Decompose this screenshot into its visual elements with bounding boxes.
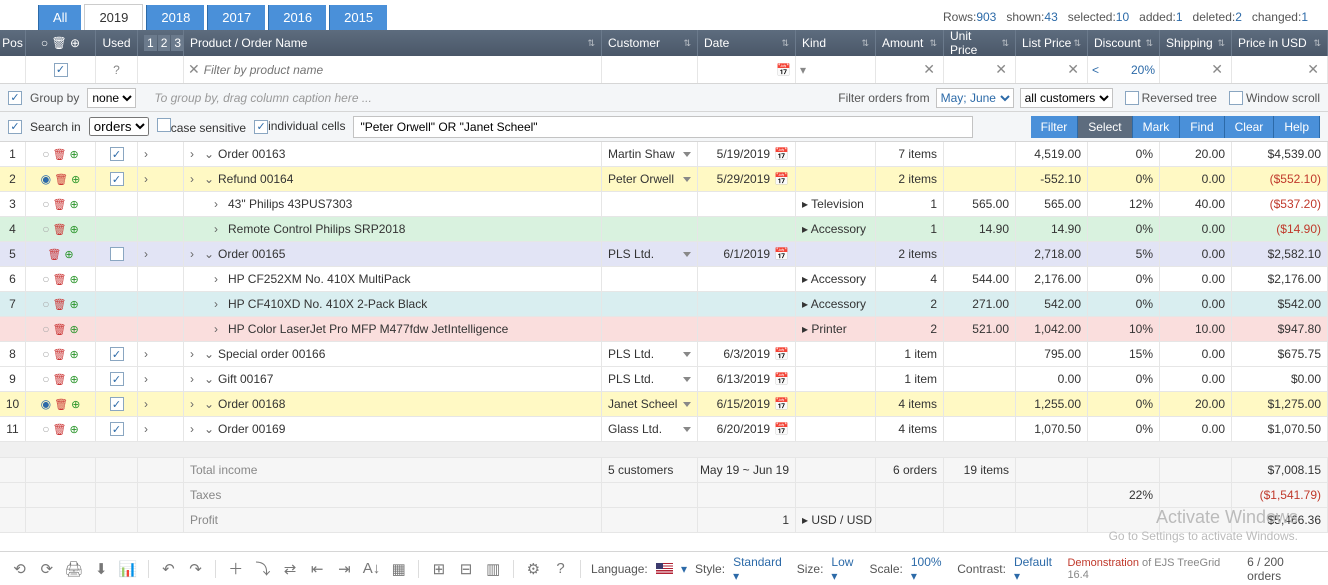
- expand-icon[interactable]: ⊞: [429, 559, 448, 579]
- searchin-select[interactable]: orders: [89, 117, 149, 136]
- redo-icon[interactable]: ↷: [186, 559, 205, 579]
- search-check[interactable]: [8, 120, 22, 134]
- select-button[interactable]: Select: [1078, 116, 1132, 138]
- header-actions[interactable]: ○ 🗑 ⊕: [26, 30, 96, 56]
- filter-row: ? ✕ 📅 ▾ ✕ ✕ ✕ <20% ✕ ✕: [0, 56, 1328, 84]
- filter-customer[interactable]: [602, 56, 698, 83]
- tab-2016[interactable]: 2016: [268, 5, 326, 30]
- filter-used[interactable]: ?: [96, 56, 138, 83]
- months-select[interactable]: May; June: [936, 88, 1014, 108]
- export-icon[interactable]: ⬇: [92, 559, 111, 579]
- reload-icon[interactable]: ⟲: [10, 559, 29, 579]
- header-used[interactable]: Used: [96, 30, 138, 56]
- groupby-check[interactable]: [8, 91, 22, 105]
- groupby-select[interactable]: none: [87, 88, 136, 108]
- outdent-icon[interactable]: ⇤: [308, 559, 327, 579]
- pager: 6 / 200 orders: [1247, 555, 1318, 583]
- header-date[interactable]: Date: [698, 30, 796, 56]
- collapse-icon[interactable]: ⊟: [456, 559, 475, 579]
- summary-row: Taxes22%($1,541.79): [0, 483, 1328, 508]
- table-row[interactable]: 1○ 🗑 ⊕››⌄ Order 00163Martin Shaw5/19/201…: [0, 142, 1328, 167]
- tab-2019[interactable]: 2019: [84, 4, 143, 30]
- search-query-input[interactable]: [353, 116, 973, 138]
- casesensitive-check[interactable]: [157, 118, 171, 132]
- print-icon[interactable]: 🖨: [64, 559, 83, 579]
- header-priceusd[interactable]: Price in USD: [1232, 30, 1328, 56]
- table-row[interactable]: 8○ 🗑 ⊕››⌄ Special order 00166PLS Ltd.6/3…: [0, 342, 1328, 367]
- calendar-icon[interactable]: ▦: [389, 559, 408, 579]
- excel-icon[interactable]: 📊: [119, 559, 138, 579]
- individual-check[interactable]: [254, 120, 268, 134]
- table-row[interactable]: 5 🗑 ⊕››⌄ Order 00165PLS Ltd.6/1/2019📅2 i…: [0, 242, 1328, 267]
- bottom-toolbar: ⟲ ⟳ 🖨 ⬇ 📊 ↶ ↷ ＋ ⤵ ⇄ ⇤ ⇥ A↓ ▦ ⊞ ⊟ ▥ ⚙ ? L…: [0, 551, 1328, 585]
- customers-select[interactable]: all customers: [1020, 88, 1113, 108]
- group-hint: To group by, drag column caption here ..…: [154, 91, 371, 105]
- help-button[interactable]: Help: [1274, 116, 1320, 138]
- search-toolbar: Search in orders case sensitive individu…: [0, 112, 1328, 142]
- mark-button[interactable]: Mark: [1133, 116, 1181, 138]
- column-headers: Pos ○ 🗑 ⊕ Used 123 Product / Order Name …: [0, 30, 1328, 56]
- table-row[interactable]: 2◉ 🗑 ⊕››⌄ Refund 00164Peter Orwell5/29/2…: [0, 167, 1328, 192]
- table-row[interactable]: ○ 🗑 ⊕› HP Color LaserJet Pro MFP M477fdw…: [0, 317, 1328, 342]
- header-product[interactable]: Product / Order Name: [184, 30, 602, 56]
- summary-row: Total income5 customersMay 19 ~ Jun 196 …: [0, 458, 1328, 483]
- clear-icon[interactable]: ✕: [1307, 61, 1319, 78]
- filter-check[interactable]: [54, 63, 68, 77]
- header-customer[interactable]: Customer: [602, 30, 698, 56]
- add-icon[interactable]: ＋: [226, 559, 245, 579]
- header-level[interactable]: 123: [138, 30, 184, 56]
- reversed-check[interactable]: [1125, 91, 1139, 105]
- help-icon[interactable]: ?: [551, 559, 570, 579]
- settings-icon[interactable]: ⚙: [524, 559, 543, 579]
- sort-icon[interactable]: A↓: [362, 559, 381, 579]
- clear-icon[interactable]: ✕: [1067, 61, 1079, 78]
- table-row[interactable]: 10◉ 🗑 ⊕››⌄ Order 00168Janet Scheel6/15/2…: [0, 392, 1328, 417]
- clear-icon[interactable]: ✕: [1211, 61, 1223, 78]
- clear-icon[interactable]: ✕: [188, 61, 200, 78]
- table-row[interactable]: 9○ 🗑 ⊕››⌄ Gift 00167PLS Ltd.6/13/2019📅1 …: [0, 367, 1328, 392]
- tab-all[interactable]: All: [38, 5, 81, 30]
- header-listprice[interactable]: List Price: [1016, 30, 1088, 56]
- header-discount[interactable]: Discount: [1088, 30, 1160, 56]
- clear-icon[interactable]: ✕: [995, 61, 1007, 78]
- clear-icon[interactable]: ✕: [923, 61, 935, 78]
- header-kind[interactable]: Kind: [796, 30, 876, 56]
- tab-2018[interactable]: 2018: [146, 5, 204, 30]
- table-row[interactable]: 7○ 🗑 ⊕› HP CF410XD No. 410X 2-Pack Black…: [0, 292, 1328, 317]
- data-grid: 1○ 🗑 ⊕››⌄ Order 00163Martin Shaw5/19/201…: [0, 142, 1328, 442]
- calendar-icon[interactable]: 📅: [776, 63, 791, 77]
- table-row[interactable]: 11○ 🗑 ⊕››⌄ Order 00169Glass Ltd.6/20/201…: [0, 417, 1328, 442]
- filter-button[interactable]: Filter: [1031, 116, 1079, 138]
- tab-2017[interactable]: 2017: [207, 5, 265, 30]
- flag-icon[interactable]: [656, 563, 673, 575]
- undo-icon[interactable]: ↶: [159, 559, 178, 579]
- filter-product-input[interactable]: [204, 63, 597, 77]
- filter-kind[interactable]: ▾: [796, 56, 876, 83]
- table-row[interactable]: 3○ 🗑 ⊕› 43" Philips 43PUS7303▸ Televisio…: [0, 192, 1328, 217]
- stats: Rows:903 shown:43 selected:10 added:1 de…: [943, 10, 1318, 24]
- refresh-icon[interactable]: ⟳: [37, 559, 56, 579]
- addchild-icon[interactable]: ⤵: [253, 559, 272, 579]
- split-icon[interactable]: ⇄: [280, 559, 299, 579]
- table-row[interactable]: 6○ 🗑 ⊕› HP CF252XM No. 410X MultiPack▸ A…: [0, 267, 1328, 292]
- columns-icon[interactable]: ▥: [484, 559, 503, 579]
- header-pos[interactable]: Pos: [0, 30, 26, 56]
- tab-2015[interactable]: 2015: [329, 5, 387, 30]
- summary-rows: Total income5 customersMay 19 ~ Jun 196 …: [0, 458, 1328, 533]
- clear-button[interactable]: Clear: [1225, 116, 1275, 138]
- table-row[interactable]: 4○ 🗑 ⊕› Remote Control Philips SRP2018▸ …: [0, 217, 1328, 242]
- header-amount[interactable]: Amount: [876, 30, 944, 56]
- filter-date[interactable]: 📅: [698, 56, 796, 83]
- header-unitprice[interactable]: Unit Price: [944, 30, 1016, 56]
- year-tabs: All20192018201720162015 Rows:903 shown:4…: [0, 0, 1328, 30]
- summary-row: Profit1▸ USD / USD$5,466.36: [0, 508, 1328, 533]
- windowscroll-check[interactable]: [1229, 91, 1243, 105]
- indent-icon[interactable]: ⇥: [335, 559, 354, 579]
- header-shipping[interactable]: Shipping: [1160, 30, 1232, 56]
- groupby-toolbar: Group by none To group by, drag column c…: [0, 84, 1328, 112]
- find-button[interactable]: Find: [1180, 116, 1224, 138]
